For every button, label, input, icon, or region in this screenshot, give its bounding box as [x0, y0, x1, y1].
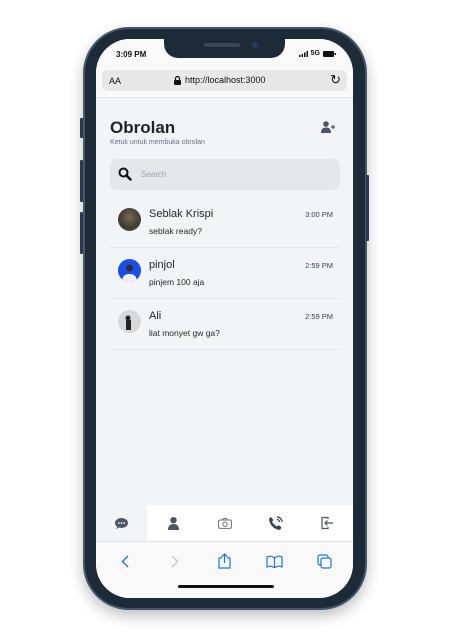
nav-calls[interactable]: [250, 505, 301, 541]
chat-last-message: seblak ready?: [149, 226, 202, 236]
notch: [164, 39, 285, 58]
chevron-left-icon: [121, 555, 129, 567]
screen: 3:09 PM 5G AA http://localhost:3000 ↻ Ob…: [96, 39, 353, 598]
bottom-nav: [96, 505, 353, 542]
status-time: 3:09 PM: [116, 50, 147, 59]
logout-icon: [321, 516, 334, 530]
battery-icon: [323, 50, 336, 57]
url-text[interactable]: http://localhost:3000: [185, 75, 266, 85]
share-icon: [218, 553, 231, 569]
reload-icon[interactable]: ↻: [330, 72, 341, 88]
status-icons: 5G: [298, 50, 336, 57]
page-title: Obrolan: [110, 118, 176, 137]
tabs-button[interactable]: [309, 551, 339, 571]
nav-contacts[interactable]: [147, 505, 198, 541]
speaker: [204, 43, 240, 47]
chat-name: Ali: [149, 310, 162, 322]
search-icon: [118, 167, 132, 181]
nav-camera[interactable]: [199, 505, 250, 541]
forward-button[interactable]: [160, 551, 190, 571]
search-input[interactable]: Search: [141, 170, 166, 179]
camera-icon: [217, 517, 232, 529]
page-subtitle: Ketuk untuk membuka obrolan: [110, 139, 205, 146]
share-button[interactable]: [209, 551, 239, 571]
user-icon: [167, 516, 179, 530]
home-indicator[interactable]: [178, 585, 274, 588]
book-icon: [266, 555, 283, 568]
search-bar[interactable]: Search: [110, 159, 340, 190]
chat-time: 2:59 PM: [305, 261, 333, 270]
avatar: [118, 310, 141, 333]
chat-last-message: liat monyet gw ga?: [149, 328, 220, 338]
nav-logout[interactable]: [302, 505, 353, 541]
volume-up-button: [80, 160, 83, 202]
chat-name: Seblak Krispi: [149, 208, 214, 220]
avatar: [118, 259, 141, 282]
chat-list-item[interactable]: pinjol pinjem 100 aja 2:59 PM: [110, 248, 340, 299]
browser-bar: AA http://localhost:3000 ↻: [96, 69, 353, 98]
power-button: [366, 175, 369, 241]
chat-last-message: pinjem 100 aja: [149, 277, 205, 287]
chat-list-item[interactable]: Seblak Krispi seblak ready? 3:00 PM: [110, 197, 340, 248]
back-button[interactable]: [110, 551, 140, 571]
bookmarks-button[interactable]: [259, 551, 289, 571]
phone-icon: [269, 515, 284, 530]
chat-time: 2:59 PM: [305, 312, 333, 321]
signal-icon: [298, 50, 308, 57]
tabs-icon: [316, 553, 332, 569]
chat-list-item[interactable]: Ali liat monyet gw ga? 2:59 PM: [110, 299, 340, 350]
camera-lens: [252, 42, 258, 48]
chat-icon: [115, 517, 129, 529]
avatar: [118, 208, 141, 231]
chat-name: pinjol: [149, 259, 175, 271]
nav-chats[interactable]: [96, 505, 148, 541]
avatar-image: [125, 315, 131, 330]
text-size-button[interactable]: AA: [109, 76, 121, 86]
volume-down-button: [80, 212, 83, 254]
address-bar[interactable]: AA http://localhost:3000 ↻: [102, 70, 347, 91]
chevron-right-icon: [171, 555, 179, 567]
browser-toolbar: [96, 542, 353, 598]
avatar-image: [122, 264, 137, 282]
add-user-icon[interactable]: [321, 121, 336, 133]
network-label: 5G: [310, 50, 320, 57]
mute-switch: [80, 118, 83, 138]
chat-time: 3:00 PM: [305, 210, 333, 219]
lock-icon: [174, 75, 181, 85]
